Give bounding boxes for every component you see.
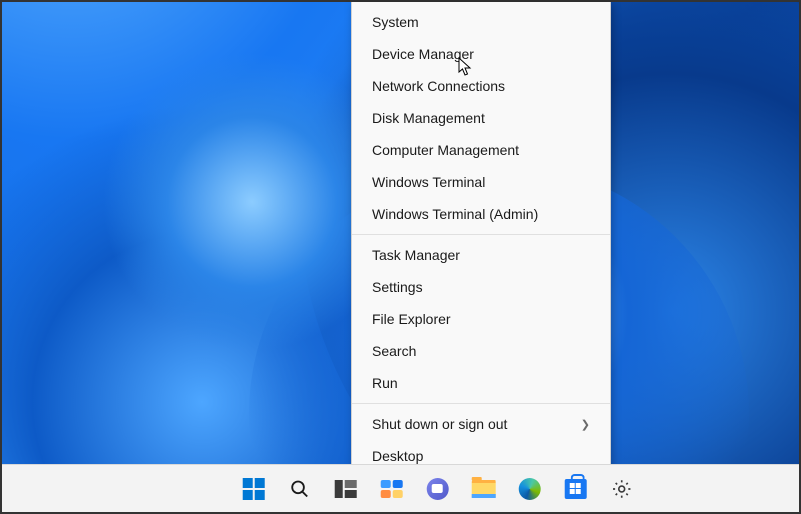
menu-item-label: System (372, 14, 419, 30)
menu-separator (352, 403, 610, 404)
menu-item-label: Task Manager (372, 247, 460, 263)
menu-item-windows-terminal[interactable]: Windows Terminal (352, 166, 610, 198)
menu-item-computer-management[interactable]: Computer Management (352, 134, 610, 166)
menu-item-label: Desktop (372, 448, 423, 464)
menu-item-label: Run (372, 375, 398, 391)
chat-button[interactable] (417, 469, 457, 509)
menu-item-system[interactable]: System (352, 6, 610, 38)
menu-item-label: Search (372, 343, 416, 359)
menu-item-windows-terminal-admin[interactable]: Windows Terminal (Admin) (352, 198, 610, 230)
gear-icon (609, 477, 633, 501)
edge-icon (517, 477, 541, 501)
menu-item-network-connections[interactable]: Network Connections (352, 70, 610, 102)
menu-item-run[interactable]: Run (352, 367, 610, 399)
search-icon (287, 477, 311, 501)
start-button[interactable] (233, 469, 273, 509)
menu-item-label: Network Connections (372, 78, 505, 94)
menu-item-device-manager[interactable]: Device Manager (352, 38, 610, 70)
chat-icon (425, 477, 449, 501)
menu-item-label: Device Manager (372, 46, 474, 62)
menu-item-label: Windows Terminal (372, 174, 485, 190)
menu-item-label: File Explorer (372, 311, 451, 327)
search-button[interactable] (279, 469, 319, 509)
task-view-button[interactable] (325, 469, 365, 509)
widgets-button[interactable] (371, 469, 411, 509)
menu-item-label: Shut down or sign out (372, 416, 507, 432)
microsoft-store-button[interactable] (555, 469, 595, 509)
menu-item-task-manager[interactable]: Task Manager (352, 239, 610, 271)
menu-item-disk-management[interactable]: Disk Management (352, 102, 610, 134)
menu-item-label: Settings (372, 279, 423, 295)
taskbar (2, 464, 799, 512)
store-icon (563, 477, 587, 501)
folder-icon (471, 477, 495, 501)
menu-item-search[interactable]: Search (352, 335, 610, 367)
edge-button[interactable] (509, 469, 549, 509)
task-view-icon (333, 477, 357, 501)
winx-context-menu: System Device Manager Network Connection… (351, 2, 611, 479)
widgets-icon (379, 477, 403, 501)
settings-button[interactable] (601, 469, 641, 509)
menu-item-file-explorer[interactable]: File Explorer (352, 303, 610, 335)
menu-item-label: Computer Management (372, 142, 519, 158)
menu-item-label: Windows Terminal (Admin) (372, 206, 538, 222)
menu-item-label: Disk Management (372, 110, 485, 126)
menu-item-shut-down-or-sign-out[interactable]: Shut down or sign out ❯ (352, 408, 610, 440)
menu-item-settings[interactable]: Settings (352, 271, 610, 303)
chevron-right-icon: ❯ (581, 418, 590, 431)
file-explorer-button[interactable] (463, 469, 503, 509)
menu-separator (352, 234, 610, 235)
windows-logo-icon (241, 477, 265, 501)
